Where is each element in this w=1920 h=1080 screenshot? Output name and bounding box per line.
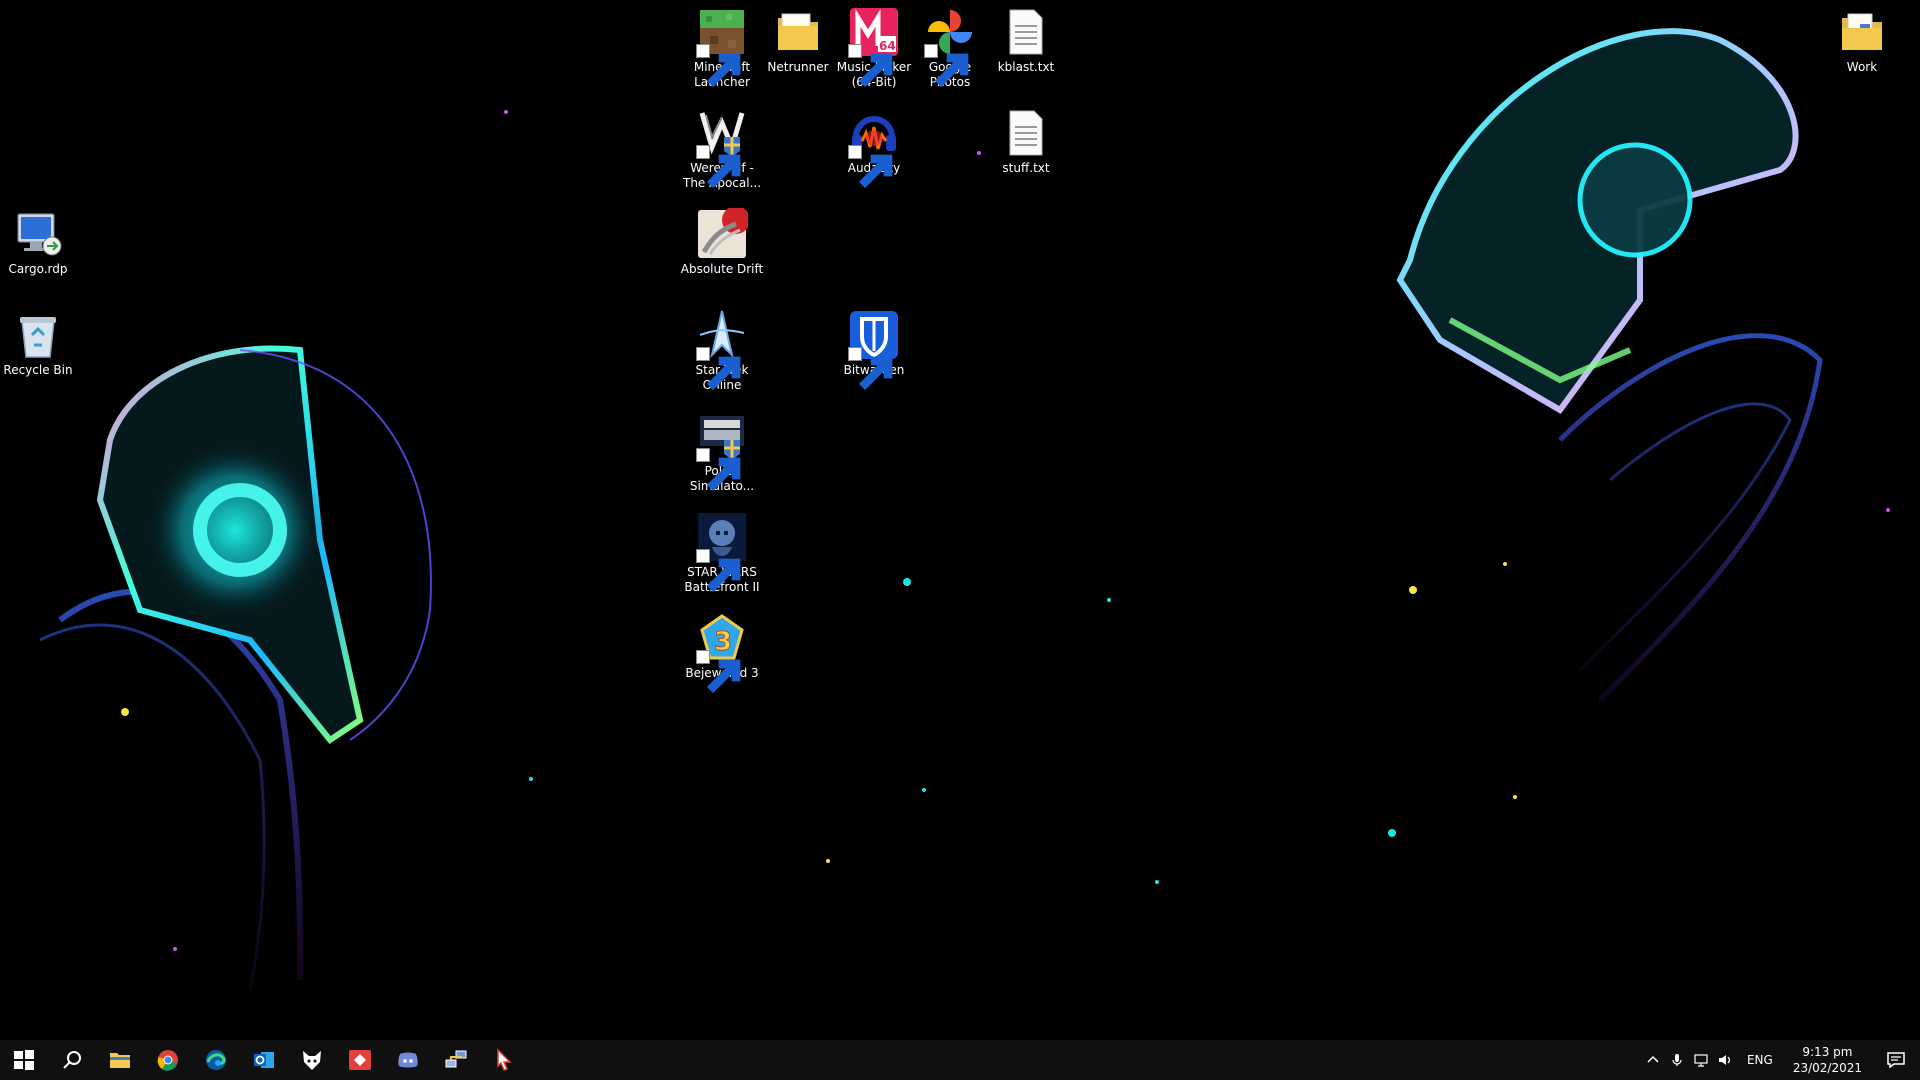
shortcut-arrow-icon: [696, 448, 741, 492]
network-icon: [1694, 1054, 1708, 1067]
desktop-icon-label: Cargo.rdp: [8, 262, 68, 276]
shortcut-arrow-icon: [696, 549, 741, 593]
text-file-icon: [1000, 107, 1052, 159]
edge-icon: [206, 1050, 226, 1070]
shortcut-arrow-icon: [696, 347, 741, 391]
folder-icon: [1836, 6, 1888, 58]
taskbar-cursor-app[interactable]: [480, 1040, 528, 1080]
desktop-icon-label: Absolute Drift: [680, 262, 764, 276]
red-diamond-icon: [349, 1050, 371, 1070]
desktop-icon-google-photos[interactable]: Google Photos: [906, 0, 994, 90]
desktop-icon-star-wars-battlefront[interactable]: STAR WARS Battlefront II: [678, 505, 766, 595]
volume-button[interactable]: [1713, 1040, 1737, 1080]
star-wars-icon: [696, 511, 748, 593]
desktop-icon-minecraft-launcher[interactable]: Minecraft Launcher: [678, 0, 766, 90]
shortcut-arrow-icon: [924, 44, 969, 88]
shortcut-arrow-icon: [696, 650, 741, 694]
fox-icon: [303, 1051, 321, 1070]
desktop-icon-label: stuff.txt: [1002, 161, 1050, 175]
desktop-icon-police-simulator[interactable]: Police Simulato...: [678, 404, 766, 494]
recycle-bin-icon: [12, 309, 64, 361]
action-center-button[interactable]: [1872, 1040, 1920, 1080]
bitwarden-icon: [848, 309, 900, 391]
outlook-icon: [254, 1052, 274, 1068]
search-icon: [63, 1051, 81, 1069]
cursor-icon: [497, 1048, 512, 1071]
google-photos-icon: [924, 6, 976, 88]
notification-icon: [1887, 1052, 1905, 1069]
desktop-icon-kblast-txt[interactable]: kblast.txt: [982, 0, 1070, 75]
network-computer-icon: [445, 1050, 467, 1068]
desktop-icon-recycle-bin[interactable]: Recycle Bin: [0, 303, 82, 378]
music-maker-icon: 64: [848, 6, 900, 88]
minecraft-icon: [696, 6, 748, 88]
desktop-icon-bitwarden[interactable]: Bitwarden: [830, 303, 918, 391]
desktop-icon-label: kblast.txt: [997, 60, 1055, 74]
chevron-up-icon: [1647, 1055, 1659, 1063]
desktop-icon-stuff-txt[interactable]: stuff.txt: [982, 101, 1070, 176]
desktop-icon-bejeweled-3[interactable]: 3 Bejeweled 3: [678, 606, 766, 694]
system-tray: ENG 9:13 pm 23/02/2021: [1641, 1040, 1920, 1080]
search-button[interactable]: [48, 1040, 96, 1080]
network-button[interactable]: [1689, 1040, 1713, 1080]
shortcut-arrow-icon: [848, 145, 893, 189]
clock-time: 9:13 pm: [1802, 1045, 1853, 1059]
folder-icon: [772, 6, 824, 58]
taskbar-network-app[interactable]: [432, 1040, 480, 1080]
taskbar-edge[interactable]: [192, 1040, 240, 1080]
taskbar-discord[interactable]: [384, 1040, 432, 1080]
star-trek-icon: [696, 309, 748, 391]
desktop-icon-label: Netrunner: [767, 60, 829, 74]
audacity-icon: [848, 107, 900, 189]
taskbar: ENG 9:13 pm 23/02/2021: [0, 1040, 1920, 1080]
shortcut-arrow-icon: [696, 44, 741, 88]
bejeweled-icon: 3: [696, 612, 748, 694]
desktop-wallpaper: [0, 0, 1920, 1040]
desktop-icon-label: Recycle Bin: [3, 363, 73, 377]
werewolf-icon: [696, 107, 748, 189]
taskbar-outlook[interactable]: [240, 1040, 288, 1080]
show-hidden-icons-button[interactable]: [1641, 1040, 1665, 1080]
shortcut-arrow-icon: [848, 347, 893, 391]
desktop-icon-werewolf[interactable]: Werewolf - The Apocal...: [678, 101, 766, 191]
folder-icon: [110, 1053, 130, 1068]
language-indicator[interactable]: ENG: [1737, 1053, 1783, 1067]
desktop-icon-music-maker[interactable]: 64 Music Maker (64-Bit): [830, 0, 918, 90]
microphone-icon: [1672, 1054, 1682, 1066]
discord-icon: [398, 1052, 418, 1068]
police-simulator-icon: [696, 410, 748, 492]
clock[interactable]: 9:13 pm 23/02/2021: [1783, 1044, 1872, 1076]
desktop-icon-absolute-drift[interactable]: Absolute Drift: [678, 202, 766, 277]
chrome-icon: [157, 1050, 178, 1071]
speaker-icon: [1718, 1055, 1731, 1065]
desktop-icon-netrunner[interactable]: Netrunner: [754, 0, 842, 75]
taskbar-file-explorer[interactable]: [96, 1040, 144, 1080]
windows-logo-icon: [14, 1050, 34, 1070]
absolute-drift-icon: [696, 208, 748, 260]
desktop-icon-star-trek-online[interactable]: Star Trek Online: [678, 303, 766, 393]
remote-desktop-icon: [12, 208, 64, 260]
shortcut-arrow-icon: [848, 44, 893, 88]
start-button[interactable]: [0, 1040, 48, 1080]
microphone-button[interactable]: [1665, 1040, 1689, 1080]
desktop-icon-label: Work: [1846, 60, 1878, 74]
desktop-icon-cargo-rdp[interactable]: Cargo.rdp: [0, 202, 82, 277]
clock-date: 23/02/2021: [1792, 1061, 1862, 1075]
taskbar-fox-app[interactable]: [288, 1040, 336, 1080]
shortcut-arrow-icon: [696, 145, 741, 189]
taskbar-chrome[interactable]: [144, 1040, 192, 1080]
desktop-icon-work[interactable]: Work: [1818, 0, 1906, 75]
taskbar-red-app[interactable]: [336, 1040, 384, 1080]
text-file-icon: [1000, 6, 1052, 58]
desktop-icon-audacity[interactable]: Audacity: [830, 101, 918, 189]
